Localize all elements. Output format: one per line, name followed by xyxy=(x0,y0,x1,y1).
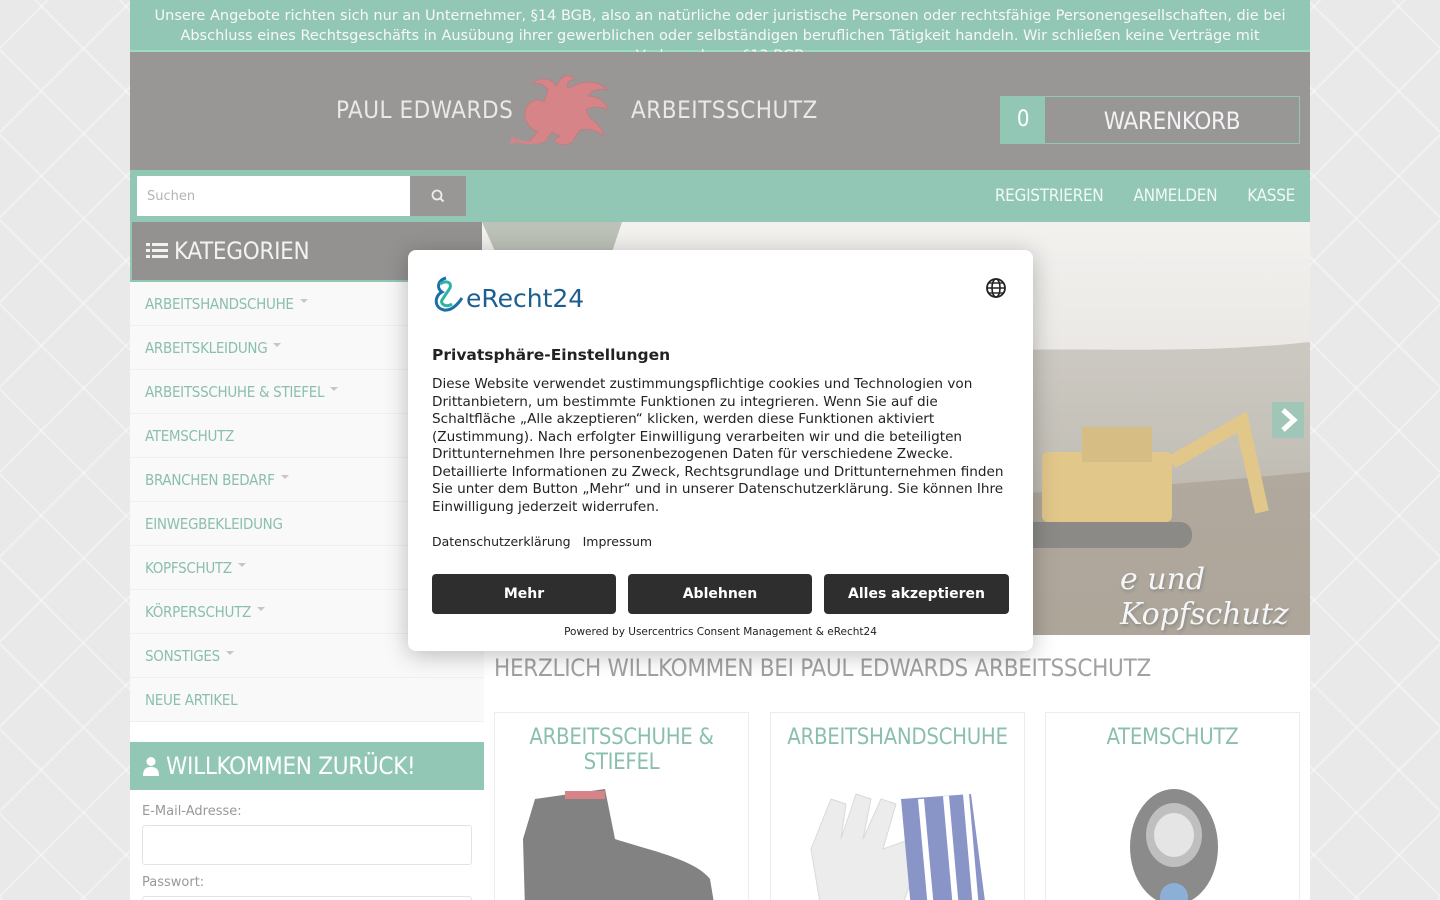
consent-links: Datenschutzerklärung Impressum xyxy=(432,534,652,549)
language-globe-icon[interactable] xyxy=(984,276,1008,300)
consent-body: Diese Website verwendet zustimmungspflic… xyxy=(432,376,1004,515)
erecht24-logo-mark: eRecht24 xyxy=(434,276,584,313)
consent-title: Privatsphäre-Einstellungen xyxy=(432,346,671,364)
erecht24-logo: eRecht24 xyxy=(432,274,602,318)
erecht24-logo-text: eRecht24 xyxy=(466,284,584,313)
consent-dialog: eRecht24 Privatsphäre-Einstellungen Dies… xyxy=(408,250,1033,651)
powered-by-text: Powered by Usercentrics Consent Manageme… xyxy=(564,626,877,638)
decline-button[interactable]: Ablehnen xyxy=(628,574,812,614)
consent-buttons: Mehr Ablehnen Alles akzeptieren xyxy=(432,574,1009,614)
more-button[interactable]: Mehr xyxy=(432,574,616,614)
imprint-link[interactable]: Impressum xyxy=(583,534,652,549)
accept-all-button[interactable]: Alles akzeptieren xyxy=(824,574,1009,614)
privacy-policy-link[interactable]: Datenschutzerklärung xyxy=(432,534,571,549)
